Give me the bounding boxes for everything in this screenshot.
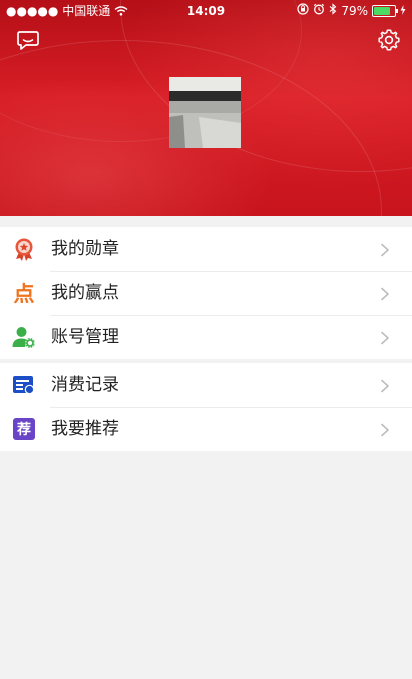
menu-item-consumption[interactable]: 消费记录 bbox=[0, 363, 412, 407]
chevron-right-icon bbox=[378, 330, 392, 345]
menu-label: 账号管理 bbox=[51, 327, 119, 347]
avatar[interactable] bbox=[169, 77, 241, 148]
menu-item-medals[interactable]: 我的勋章 bbox=[0, 227, 412, 271]
record-card-icon bbox=[12, 373, 36, 397]
menu-label: 我的勋章 bbox=[51, 239, 119, 259]
menu-label: 我的赢点 bbox=[51, 283, 119, 303]
chevron-right-icon bbox=[378, 242, 392, 257]
recommend-tile-icon: 荐 bbox=[12, 417, 36, 441]
rotation-lock-icon bbox=[297, 0, 309, 22]
menu-label: 我要推荐 bbox=[51, 419, 119, 439]
dian-glyph: 点 bbox=[13, 282, 35, 306]
charging-bolt-icon bbox=[400, 0, 406, 22]
alarm-icon bbox=[313, 0, 325, 22]
bluetooth-icon bbox=[329, 0, 337, 22]
menu-group-primary: 我的勋章 点 我的赢点 账号管理 bbox=[0, 227, 412, 359]
menu-group-secondary: 消费记录 荐 我要推荐 bbox=[0, 363, 412, 451]
battery-fill bbox=[374, 7, 390, 15]
battery-icon bbox=[372, 5, 398, 17]
battery-percent: 79% bbox=[341, 4, 368, 18]
status-right: 79% bbox=[297, 0, 406, 22]
medal-icon bbox=[12, 237, 36, 261]
recommend-glyph: 荐 bbox=[13, 418, 35, 440]
chevron-right-icon bbox=[378, 286, 392, 301]
menu-item-recommend[interactable]: 荐 我要推荐 bbox=[0, 407, 412, 451]
chat-bubble-icon[interactable] bbox=[15, 27, 41, 53]
menu-item-account[interactable]: 账号管理 bbox=[0, 315, 412, 359]
menu-label: 消费记录 bbox=[51, 375, 119, 395]
status-bar: ●●●●● 中国联通 14:09 79% bbox=[0, 0, 412, 22]
user-gear-icon bbox=[12, 325, 36, 349]
dian-glyph-icon: 点 bbox=[12, 281, 36, 306]
menu-item-points[interactable]: 点 我的赢点 bbox=[0, 271, 412, 315]
gear-icon[interactable] bbox=[376, 27, 402, 53]
chevron-right-icon bbox=[378, 422, 392, 437]
profile-header: ●●●●● 中国联通 14:09 79% bbox=[0, 0, 412, 216]
chevron-right-icon bbox=[378, 378, 392, 393]
